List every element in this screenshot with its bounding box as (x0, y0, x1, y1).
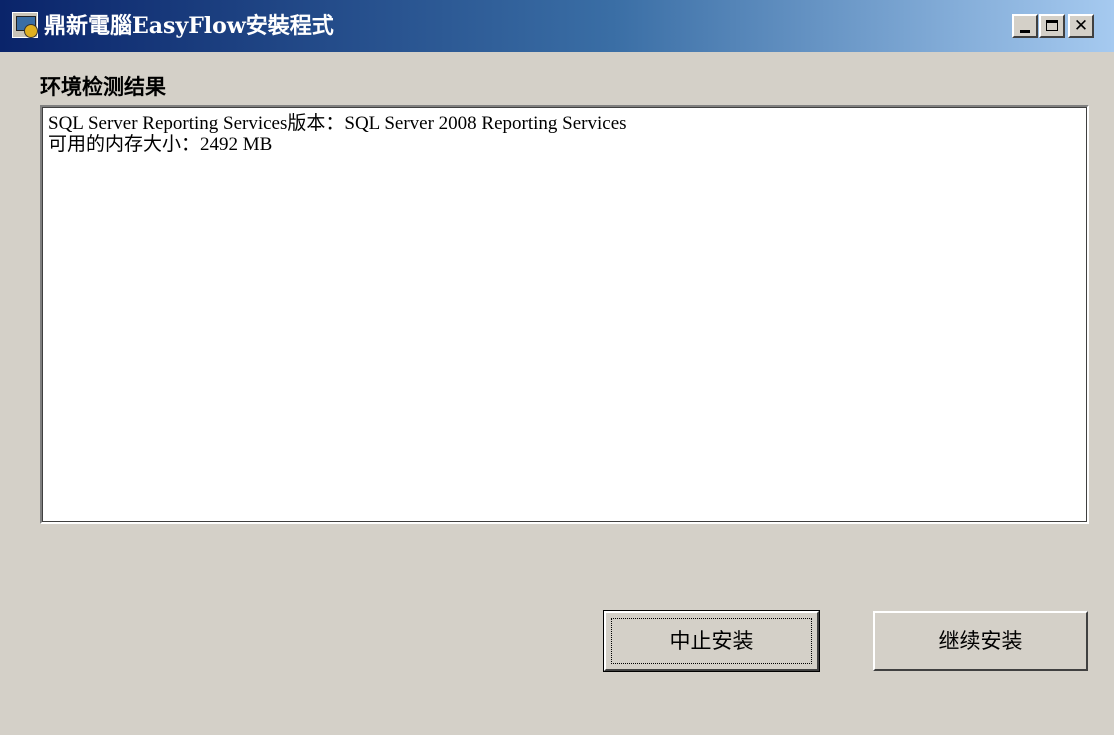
maximize-button[interactable] (1039, 14, 1065, 38)
title-bar[interactable]: 鼎新電腦EasyFlow安裝程式 ✕ (0, 0, 1114, 52)
result-line: 可用的内存大小：2492 MB (48, 134, 273, 155)
section-label: 环境检测结果 (40, 75, 166, 99)
gear-icon (24, 24, 38, 38)
close-button[interactable]: ✕ (1068, 14, 1094, 38)
abort-install-button[interactable]: 中止安装 (603, 610, 820, 672)
continue-install-button[interactable]: 继续安装 (873, 611, 1088, 671)
installer-window: 鼎新電腦EasyFlow安裝程式 ✕ 环境检测结果 SQL Server Rep… (0, 0, 1114, 735)
result-line: SQL Server Reporting Services版本：SQL Serv… (48, 113, 627, 134)
abort-install-label: 中止安装 (669, 629, 754, 653)
app-icon[interactable] (12, 12, 38, 38)
minimize-icon (1020, 30, 1030, 33)
results-textbox[interactable]: SQL Server Reporting Services版本：SQL Serv… (40, 105, 1089, 524)
minimize-button[interactable] (1012, 14, 1038, 38)
maximize-icon (1046, 20, 1058, 31)
window-title: 鼎新電腦EasyFlow安裝程式 (44, 13, 334, 39)
close-icon: ✕ (1073, 16, 1089, 36)
continue-install-label: 继续安装 (938, 629, 1023, 653)
